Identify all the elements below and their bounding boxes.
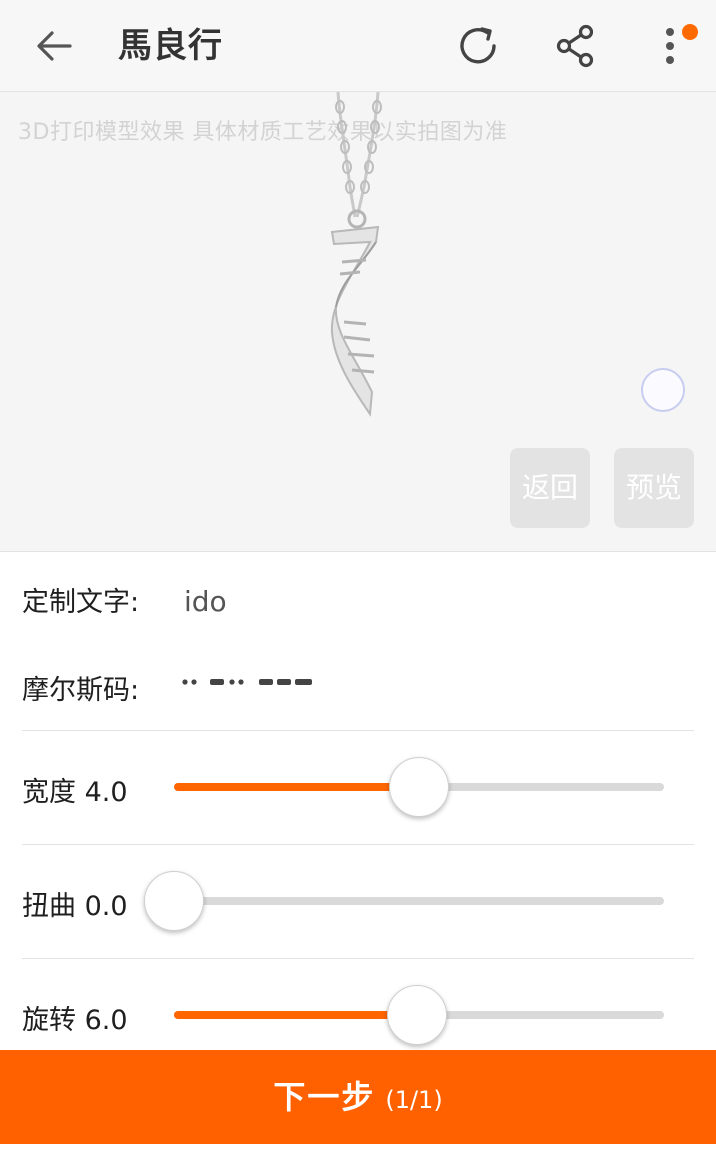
morse-code-label: 摩尔斯码: [22,675,140,706]
return-button[interactable]: 返回 [510,448,590,528]
rotation-slider[interactable] [174,985,664,1045]
notification-dot [682,24,698,40]
top-bar: 馬良行 [0,0,716,92]
custom-text-label: 定制文字: [22,587,140,618]
preview-disclaimer: 3D打印模型效果 具体材质工艺效果以实拍图为准 [18,120,508,145]
twist-value: 0.0 [84,891,128,922]
refresh-icon [460,27,496,64]
model-preview[interactable]: 3D打印模型效果 具体材质工艺效果以实拍图为准 返回 预览 [0,92,716,552]
page-title: 馬良行 [118,26,223,66]
next-step-label: 下一步 [273,1078,376,1116]
share-button[interactable] [552,22,600,70]
slider-thumb[interactable] [389,757,449,817]
rotation-value: 6.0 [84,1005,128,1036]
back-button[interactable] [30,24,78,68]
rotate-handle[interactable] [641,368,685,412]
slider-fill [174,783,419,791]
slider-track [174,897,664,905]
arrow-left-icon [37,31,72,61]
share-icon [556,24,594,68]
rotation-label: 旋转 6.0 [22,1005,128,1036]
slider-thumb[interactable] [144,871,204,931]
morse-code-display [182,679,312,685]
slider-fill [174,1011,417,1019]
refresh-button[interactable] [454,22,502,70]
width-value: 4.0 [84,777,128,808]
step-count: (1/1) [385,1086,443,1114]
width-slider[interactable] [174,757,664,817]
width-label: 宽度 4.0 [22,777,128,808]
divider [22,958,694,959]
slider-thumb[interactable] [386,985,447,1045]
divider [22,844,694,845]
divider [22,730,694,731]
twist-slider[interactable] [144,871,664,931]
custom-text-input[interactable] [184,578,664,624]
preview-button[interactable]: 预览 [614,448,694,528]
dna-pendant-image [330,92,382,417]
twist-label: 扭曲 0.0 [22,891,128,922]
next-step-button[interactable]: 下一步 (1/1) [0,1050,716,1144]
